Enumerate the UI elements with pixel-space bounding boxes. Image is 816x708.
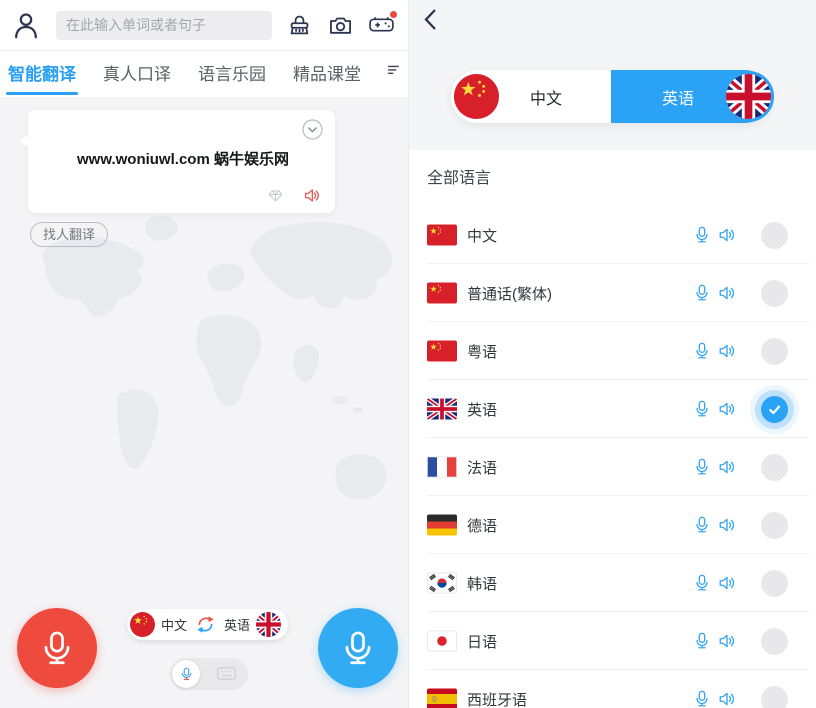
mic-icon[interactable] [693,226,711,244]
section-title: 全部语言 [427,164,491,188]
language-switcher: 中文 英语 [127,609,288,640]
back-button[interactable] [419,6,445,33]
language-flag-icon [427,630,457,652]
record-button-left[interactable] [17,608,97,688]
world-map [0,210,408,630]
mic-icon[interactable] [693,284,711,302]
swap-languages-icon[interactable] [195,614,216,635]
translation-card: www.woniuwl.com 蜗牛娱乐网 [28,110,335,213]
bubble-tail [20,134,29,148]
input-mode-toggle[interactable] [170,658,248,690]
language-pair-selector: 中文 英语 [451,70,771,123]
language-flag-icon [427,456,457,478]
language-label: 德语 [467,496,497,554]
mic-icon[interactable] [693,574,711,592]
notification-dot [390,11,397,18]
tab-0[interactable]: 智能翻译 [8,50,76,98]
language-label: 西班牙语 [467,670,527,708]
target-language-label[interactable]: 英语 [224,615,250,634]
mic-icon[interactable] [693,342,711,360]
tab-bar: 智能翻译真人口译语言乐园精品课堂 [0,51,408,97]
menu-icon[interactable] [388,64,400,84]
language-row[interactable]: 中文 [409,206,816,264]
tab-2[interactable]: 语言乐园 [198,50,266,98]
language-row[interactable]: 法语 [409,438,816,496]
card-actions [267,187,320,204]
language-row[interactable]: 日语 [409,612,816,670]
language-label: 中文 [467,206,497,264]
language-row[interactable]: 德语 [409,496,816,554]
language-label: 法语 [467,438,497,496]
speaker-icon[interactable] [718,226,736,244]
profile-icon[interactable] [12,11,40,39]
mic-icon[interactable] [693,400,711,418]
collapse-button[interactable] [302,119,323,140]
language-flag-icon [427,398,457,420]
language-row[interactable]: 英语 [409,380,816,438]
speaker-icon[interactable] [303,187,320,204]
gem-icon[interactable] [267,187,284,204]
mic-icon[interactable] [693,458,711,476]
mic-icon[interactable] [693,690,711,708]
select-radio[interactable] [761,686,788,708]
select-radio[interactable] [761,222,788,249]
language-flag-icon [427,224,457,246]
select-radio[interactable] [761,280,788,307]
tab-bar-items: 智能翻译真人口译语言乐园精品课堂 [8,50,388,98]
language-flag-icon [427,340,457,362]
select-radio[interactable] [761,512,788,539]
speaker-icon[interactable] [718,342,736,360]
speaker-icon[interactable] [718,458,736,476]
mic-icon[interactable] [693,516,711,534]
select-radio[interactable] [761,570,788,597]
language-flag-icon [427,572,457,594]
find-translator-button[interactable]: 找人翻译 [30,222,108,247]
source-language-flag [130,612,155,637]
brush-icon[interactable] [286,12,313,39]
target-flag-icon [723,71,774,122]
language-flag-icon [427,688,457,708]
translator-app: 智能翻译真人口译语言乐园精品课堂 [0,0,816,708]
language-flag-icon [427,514,457,536]
language-flag-icon [427,282,457,304]
language-row[interactable]: 韩语 [409,554,816,612]
segment-source-label: 中文 [530,85,562,109]
keyboard-icon [217,667,236,680]
language-list: 中文 普通话(繁体) [409,206,816,708]
select-radio[interactable] [761,628,788,655]
language-row[interactable]: 普通话(繁体) [409,264,816,322]
search-input[interactable] [56,11,272,40]
camera-icon[interactable] [327,12,354,39]
language-label: 日语 [467,612,497,670]
mic-icon[interactable] [693,632,711,650]
speaker-icon[interactable] [718,632,736,650]
select-radio[interactable] [761,338,788,365]
speaker-icon[interactable] [718,574,736,592]
speaker-icon[interactable] [718,284,736,302]
language-label: 英语 [467,380,497,438]
translation-text: www.woniuwl.com 蜗牛娱乐网 [77,148,289,169]
language-row[interactable]: 西班牙语 [409,670,816,708]
toggle-knob [172,660,200,688]
language-label: 粤语 [467,322,497,380]
tab-1[interactable]: 真人口译 [103,50,171,98]
translate-panel: 智能翻译真人口译语言乐园精品课堂 [0,0,408,708]
speaker-icon[interactable] [718,690,736,708]
language-picker-panel: 中文 英语 全部语言 [408,0,816,708]
language-label: 普通话(繁体) [467,264,552,322]
speaker-icon[interactable] [718,516,736,534]
target-language-flag [256,612,281,637]
source-language-label[interactable]: 中文 [161,615,187,634]
language-label: 韩语 [467,554,497,612]
segment-target-label: 英语 [662,85,694,109]
tab-3[interactable]: 精品课堂 [293,50,361,98]
top-bar [0,0,408,51]
speaker-icon[interactable] [718,400,736,418]
language-row[interactable]: 粤语 [409,322,816,380]
source-flag-icon [454,74,499,119]
gamepad-icon[interactable] [368,12,395,39]
select-radio[interactable] [761,454,788,481]
record-button-right[interactable] [318,608,398,688]
select-radio[interactable] [761,396,788,423]
